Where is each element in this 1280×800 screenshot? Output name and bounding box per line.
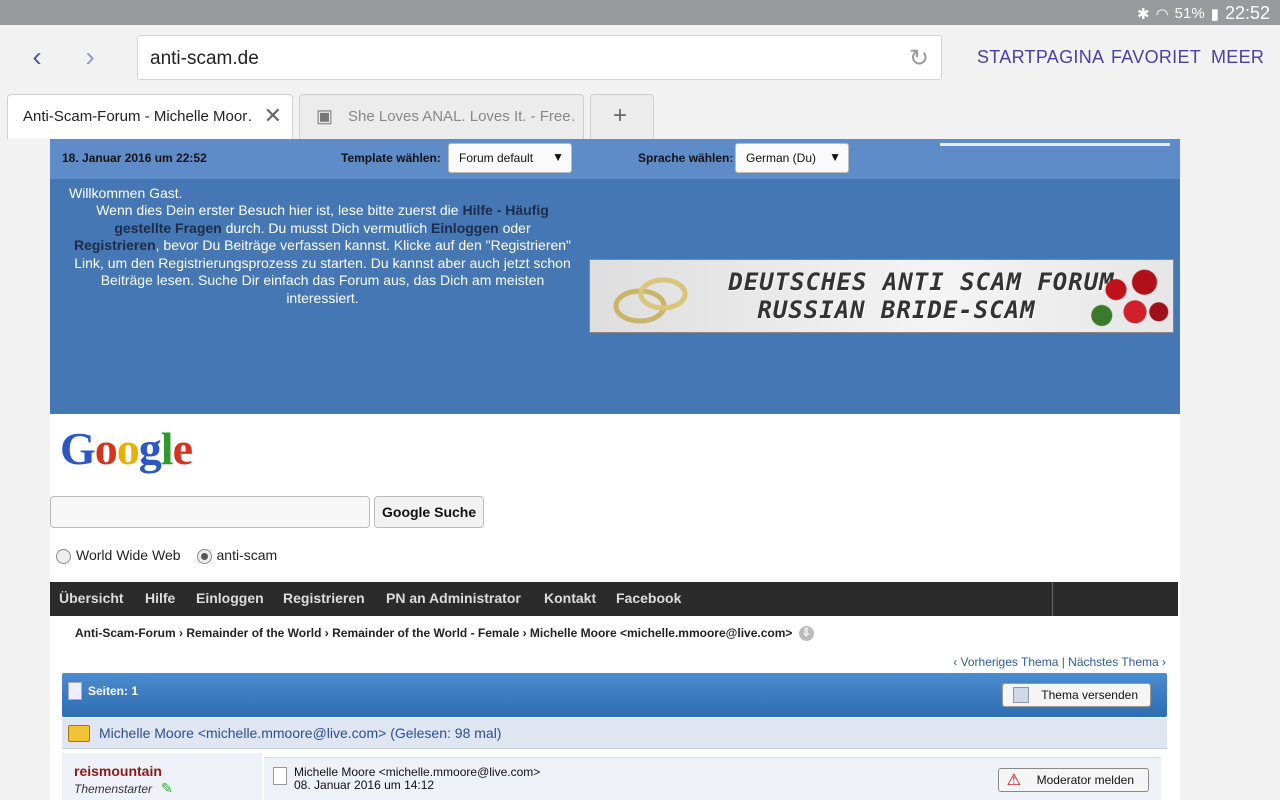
google-logo: Google (60, 423, 193, 474)
plus-icon: + (613, 102, 628, 129)
nav-contact[interactable]: Kontakt (544, 590, 596, 606)
next-topic-link[interactable]: Nächstes Thema › (1068, 655, 1166, 669)
welcome-text: durch. Du musst Dich vermutlich (221, 219, 432, 236)
poster-info: reismountain Themenstarter ✎ (62, 753, 262, 800)
tab-title: Anti-Scam-Forum - Michelle Moor… (23, 108, 253, 125)
radio-label: World Wide Web (76, 547, 181, 563)
language-label: Sprache wählen: (638, 151, 734, 165)
send-topic-button[interactable]: Thema versenden (1002, 683, 1151, 707)
post-subject: Michelle Moore <michelle.mmoore@live.com… (294, 765, 541, 779)
dropdown-arrow-icon: ▼ (552, 150, 564, 164)
template-select[interactable]: Forum default ▼ (448, 143, 572, 173)
warning-icon: ⚠ (1006, 772, 1021, 789)
main-nav: Übersicht Hilfe Einloggen Registrieren P… (50, 582, 1178, 616)
radio-web[interactable]: World Wide Web (56, 547, 181, 564)
report-label: Moderator melden (1036, 773, 1134, 787)
address-bar[interactable]: anti-scam.de ↻ (137, 35, 942, 80)
web-page: 18. Januar 2016 um 22:52 Template wählen… (0, 139, 1280, 800)
forum-top-strip: 18. Januar 2016 um 22:52 Template wählen… (50, 139, 1180, 179)
nav-help[interactable]: Hilfe (145, 590, 175, 606)
document-icon (68, 682, 82, 700)
send-topic-label: Thema versenden (1041, 688, 1138, 702)
nav-divider (1052, 582, 1053, 616)
reload-icon[interactable]: ↻ (909, 44, 929, 73)
pages-bar: Seiten: 1 Thema versenden (62, 673, 1167, 717)
welcome-text: oder (498, 219, 531, 236)
previous-topic-link[interactable]: ‹ Vorheriges Thema (953, 655, 1058, 669)
poster-role: Themenstarter (74, 782, 153, 796)
search-scope: World Wide Web anti-scam (56, 547, 277, 564)
close-icon[interactable]: ✕ (264, 103, 282, 129)
nav-login[interactable]: Einloggen (196, 590, 264, 606)
tab-bar: Anti-Scam-Forum - Michelle Moor… ✕ ▣ She… (0, 90, 1280, 139)
nav-register[interactable]: Registrieren (283, 590, 365, 606)
post-header: Michelle Moore <michelle.mmoore@live.com… (264, 757, 1161, 800)
battery-icon: ▮ (1210, 5, 1219, 23)
back-button[interactable]: ‹ (22, 43, 52, 73)
download-icon[interactable]: ⇩ (798, 626, 814, 642)
breadcrumb-text[interactable]: Anti-Scam-Forum › Remainder of the World… (75, 626, 792, 640)
bluetooth-icon: ✱ (1136, 5, 1150, 23)
startpagina-link[interactable]: STARTPAGINA (977, 47, 1104, 68)
send-topic-icon (1013, 687, 1030, 703)
language-select[interactable]: German (Du) ▼ (735, 143, 849, 173)
breadcrumb: Anti-Scam-Forum › Remainder of the World… (75, 626, 814, 642)
dropdown-arrow-icon: ▼ (829, 150, 841, 164)
welcome-panel: Willkommen Gast. Wenn dies Dein erster B… (50, 179, 1180, 414)
new-tab-button[interactable]: + (590, 94, 654, 139)
template-label: Template wählen: (341, 151, 441, 165)
forum-content: 18. Januar 2016 um 22:52 Template wählen… (50, 139, 1180, 800)
welcome-text: Wenn dies Dein erster Besuch hier ist, l… (96, 202, 463, 218)
nav-pm-admin[interactable]: PN an Administrator (386, 590, 521, 606)
login-link[interactable]: Einloggen (431, 220, 499, 236)
tab-title: She Loves ANAL. Loves It. - Free… (348, 108, 576, 125)
nav-facebook[interactable]: Facebook (616, 590, 681, 606)
topic-title: Michelle Moore <michelle.mmoore@live.com… (99, 725, 502, 741)
forward-button[interactable]: › (75, 43, 105, 73)
folder-icon (68, 725, 90, 742)
pages-label: Seiten: 1 (88, 684, 139, 698)
clock: 22:52 (1224, 3, 1270, 23)
topic-header: Michelle Moore <michelle.mmoore@live.com… (62, 718, 1167, 749)
poster-name[interactable]: reismountain (74, 763, 162, 779)
decorative-line (940, 143, 1170, 146)
google-search-input[interactable] (50, 496, 370, 528)
topic-navigation: ‹ Vorheriges Thema | Nächstes Thema › (953, 655, 1166, 669)
nav-overview[interactable]: Übersicht (59, 590, 124, 606)
pen-icon: ✎ (161, 780, 173, 796)
google-search-button[interactable]: Google Suche (374, 496, 485, 528)
post-date: 08. Januar 2016 um 14:12 (294, 778, 435, 792)
wifi-icon: ◠ (1155, 5, 1169, 23)
report-moderator-button[interactable]: ⚠ Moderator melden (997, 768, 1149, 792)
radio-icon (56, 548, 71, 564)
battery-level: 51% (1174, 5, 1205, 22)
incognito-icon: ▣ (316, 106, 334, 126)
system-status-bar: ✱ ◠ 51% ▮ 22:52 (0, 0, 1280, 25)
welcome-greeting: Willkommen Gast. (69, 185, 183, 201)
meer-link[interactable]: MEER (1211, 47, 1264, 68)
language-value: German (Du) (746, 151, 817, 165)
radio-label: anti-scam (216, 547, 278, 563)
url-text: anti-scam.de (150, 48, 259, 69)
template-value: Forum default (459, 151, 534, 165)
register-link[interactable]: Registrieren (74, 237, 156, 253)
tab-incognito[interactable]: ▣ She Loves ANAL. Loves It. - Free… (299, 94, 584, 139)
browser-toolbar: ‹ › anti-scam.de ↻ STARTPAGINA FAVORIET … (0, 25, 1280, 90)
welcome-message: Wenn dies Dein erster Besuch hier ist, l… (70, 202, 575, 307)
radio-selected-icon (196, 548, 212, 564)
forum-banner[interactable]: DEUTSCHES ANTI SCAM FORUM RUSSIAN BRIDE-… (589, 259, 1174, 333)
current-date: 18. Januar 2016 um 22:52 (62, 151, 207, 165)
tab-anti-scam[interactable]: Anti-Scam-Forum - Michelle Moor… ✕ (7, 94, 293, 139)
favoriet-link[interactable]: FAVORIET (1111, 47, 1201, 68)
post-document-icon (273, 767, 287, 785)
radio-anti-scam[interactable]: anti-scam (196, 547, 278, 564)
roses-image (1078, 260, 1173, 332)
